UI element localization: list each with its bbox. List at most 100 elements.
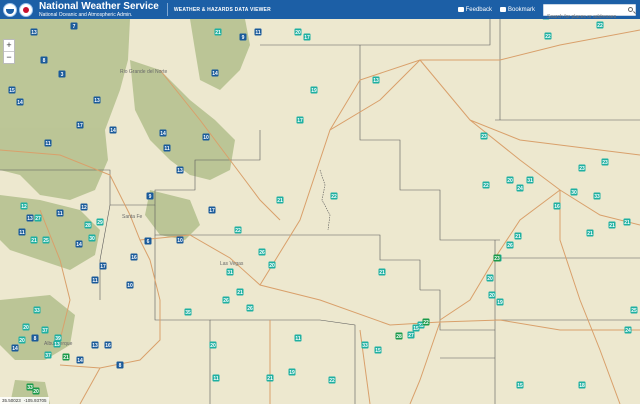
observation-marker[interactable]: 19 — [496, 298, 504, 306]
observation-marker[interactable]: 20 — [506, 176, 514, 184]
zoom-in-button[interactable]: + — [4, 40, 14, 51]
observation-marker[interactable]: 6 — [144, 237, 152, 245]
observation-marker[interactable]: 3 — [58, 70, 66, 78]
observation-marker[interactable]: 17 — [296, 116, 304, 124]
observation-marker[interactable]: 15 — [516, 381, 524, 389]
observation-marker[interactable]: 22 — [482, 181, 490, 189]
feedback-button[interactable]: Feedback — [457, 7, 492, 13]
observation-marker[interactable]: 17 — [303, 33, 311, 41]
observation-marker[interactable]: 33 — [593, 192, 601, 200]
observation-marker[interactable]: 31 — [226, 268, 234, 276]
observation-marker[interactable]: 11 — [18, 228, 26, 236]
observation-marker[interactable]: 33 — [33, 306, 41, 314]
observation-marker[interactable]: 11 — [212, 374, 220, 382]
observation-marker[interactable]: 15 — [374, 346, 382, 354]
observation-marker[interactable]: 13 — [91, 341, 99, 349]
observation-marker[interactable]: 13 — [26, 214, 34, 222]
observation-marker[interactable]: 19 — [310, 86, 318, 94]
observation-marker[interactable]: 14 — [159, 129, 167, 137]
observation-marker[interactable]: 21 — [586, 229, 594, 237]
observation-marker[interactable]: 14 — [211, 69, 219, 77]
observation-marker[interactable]: 10 — [202, 133, 210, 141]
observation-marker[interactable]: 21 — [276, 196, 284, 204]
observation-marker[interactable]: 20 — [18, 336, 26, 344]
observation-marker[interactable]: 15 — [412, 324, 420, 332]
observation-marker[interactable]: 26 — [258, 248, 266, 256]
observation-marker[interactable]: 24 — [542, 19, 550, 20]
observation-marker[interactable]: 20 — [294, 28, 302, 36]
observation-marker[interactable]: 20 — [486, 274, 494, 282]
bookmark-button[interactable]: Bookmark — [499, 7, 535, 13]
observation-marker[interactable]: 23 — [493, 254, 501, 262]
observation-marker[interactable]: 25 — [42, 236, 50, 244]
observation-marker[interactable]: 15 — [8, 86, 16, 94]
observation-marker[interactable]: 22 — [328, 376, 336, 384]
observation-marker[interactable]: 14 — [109, 126, 117, 134]
observation-marker[interactable]: 10 — [176, 236, 184, 244]
observation-marker[interactable]: 21 — [608, 221, 616, 229]
observation-marker[interactable]: 20 — [22, 323, 30, 331]
observation-marker[interactable]: 11 — [56, 209, 64, 217]
observation-marker[interactable]: 29 — [96, 218, 104, 226]
observation-marker[interactable]: 10 — [126, 281, 134, 289]
observation-marker[interactable]: 21 — [236, 288, 244, 296]
observation-marker[interactable]: 26 — [506, 241, 514, 249]
observation-marker[interactable]: 26 — [246, 304, 254, 312]
observation-marker[interactable]: 21 — [30, 236, 38, 244]
observation-marker[interactable]: 11 — [91, 276, 99, 284]
observation-marker[interactable]: 16 — [130, 253, 138, 261]
observation-marker[interactable]: 14 — [76, 356, 84, 364]
observation-marker[interactable]: 13 — [30, 28, 38, 36]
observation-marker[interactable]: 23 — [480, 132, 488, 140]
observation-marker[interactable]: 22 — [596, 21, 604, 29]
search-icon[interactable] — [628, 6, 633, 12]
observation-marker[interactable]: 37 — [44, 351, 52, 359]
observation-marker[interactable]: 8 — [40, 56, 48, 64]
observation-marker[interactable]: 11 — [44, 139, 52, 147]
observation-marker[interactable]: 21 — [266, 374, 274, 382]
observation-marker[interactable]: 21 — [62, 353, 70, 361]
observation-marker[interactable]: 11 — [294, 334, 302, 342]
observation-marker[interactable]: 18 — [578, 381, 586, 389]
observation-marker[interactable]: 13 — [93, 96, 101, 104]
observation-marker[interactable]: 14 — [75, 240, 83, 248]
observation-marker[interactable]: 11 — [254, 28, 262, 36]
observation-marker[interactable]: 8 — [116, 361, 124, 369]
observation-marker[interactable]: 20 — [32, 387, 40, 395]
observation-marker[interactable]: 28 — [395, 332, 403, 340]
observation-marker[interactable]: 17 — [76, 121, 84, 129]
observation-marker[interactable]: 33 — [361, 341, 369, 349]
observation-marker[interactable]: 13 — [372, 76, 380, 84]
observation-marker[interactable]: 27 — [407, 331, 415, 339]
observation-marker[interactable]: 14 — [11, 344, 19, 352]
observation-marker[interactable]: 31 — [526, 176, 534, 184]
observation-marker[interactable]: 16 — [104, 341, 112, 349]
observation-marker[interactable]: 11 — [163, 144, 171, 152]
observation-marker[interactable]: 13 — [176, 166, 184, 174]
observation-marker[interactable]: 27 — [34, 214, 42, 222]
observation-marker[interactable]: 9 — [146, 192, 154, 200]
observation-marker[interactable]: 25 — [630, 306, 638, 314]
observation-marker[interactable]: 22 — [422, 318, 430, 326]
observation-marker[interactable]: 13 — [53, 340, 61, 348]
agency-logos[interactable] — [3, 2, 35, 17]
observation-marker[interactable]: 30 — [88, 234, 96, 242]
observation-marker[interactable]: 14 — [16, 98, 24, 106]
observation-marker[interactable]: 35 — [184, 308, 192, 316]
observation-marker[interactable]: 8 — [31, 334, 39, 342]
observation-marker[interactable]: 21 — [378, 268, 386, 276]
observation-marker[interactable]: 19 — [288, 368, 296, 376]
observation-marker[interactable]: 20 — [268, 261, 276, 269]
observation-marker[interactable]: 12 — [80, 203, 88, 211]
observation-marker[interactable]: 20 — [488, 291, 496, 299]
observation-marker[interactable]: 12 — [20, 202, 28, 210]
observation-marker[interactable]: 17 — [208, 206, 216, 214]
observation-marker[interactable]: 7 — [70, 22, 78, 30]
observation-marker[interactable]: 17 — [99, 262, 107, 270]
observation-marker[interactable]: 23 — [601, 158, 609, 166]
map-view[interactable]: Santa Fe Las Vegas Rio Grande del Norte … — [0, 19, 640, 404]
zoom-out-button[interactable]: − — [4, 51, 14, 63]
observation-marker[interactable]: 24 — [624, 326, 632, 334]
observation-marker[interactable]: 28 — [84, 221, 92, 229]
observation-marker[interactable]: 23 — [578, 164, 586, 172]
